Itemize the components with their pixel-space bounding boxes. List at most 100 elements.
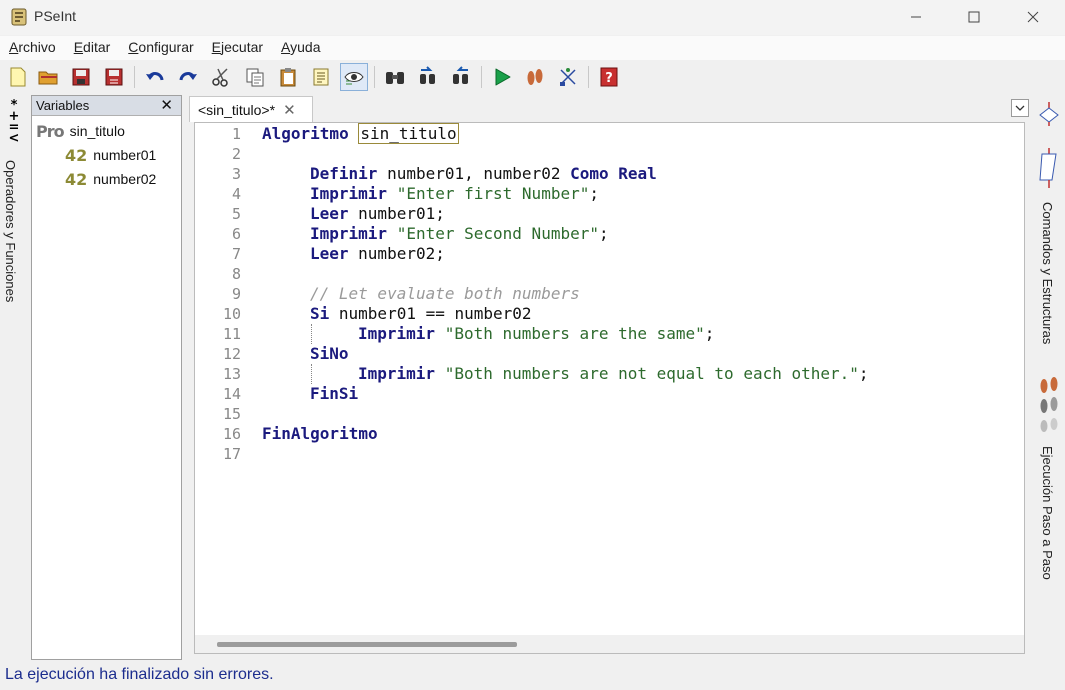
open-folder-icon (38, 71, 58, 85)
menu-ayuda[interactable]: Ayuda (272, 36, 329, 60)
cut-button[interactable] (207, 63, 235, 91)
code-line: Imprimir "Enter Second Number"; (310, 224, 609, 243)
help-icon: ? (600, 67, 618, 87)
save-button[interactable] (67, 63, 95, 91)
line-number: 1 (231, 125, 241, 143)
edit-text-icon (313, 68, 329, 86)
line-number: 2 (231, 145, 241, 163)
help-button[interactable]: ? (595, 63, 623, 91)
line-number: 11 (222, 325, 241, 343)
title-bar: PSeInt (0, 0, 1065, 35)
menu-archivo[interactable]: Archivo (0, 36, 65, 60)
code-line: Imprimir "Both numbers are not equal to … (358, 364, 869, 383)
code-line: // Let evaluate both numbers (310, 284, 580, 303)
menu-ejecutar[interactable]: Ejecutar (203, 36, 272, 60)
tab-label: <sin_titulo>* (198, 101, 276, 118)
algorithm-tree-item[interactable]: Pro sin_titulo (36, 120, 125, 142)
variables-panel-close-button[interactable]: ✕ (160, 96, 173, 114)
code-line: Imprimir "Enter first Number"; (310, 184, 599, 203)
line-number: 10 (222, 305, 241, 323)
editor-tab-bar: <sin_titulo>* ✕ (189, 96, 1033, 122)
find-binoculars-icon (386, 72, 404, 84)
new-file-button[interactable] (4, 63, 32, 91)
variables-panel-header: Variables ✕ (32, 96, 181, 116)
horizontal-scrollbar[interactable] (195, 635, 1024, 653)
undo-icon (146, 72, 164, 81)
operators-functions-tab[interactable]: * + = < Operadores y Funciones (0, 96, 28, 336)
line-number: 17 (222, 445, 241, 463)
open-button[interactable] (34, 63, 62, 91)
step-by-step-icon (527, 69, 543, 85)
edit-text-button[interactable] (307, 63, 335, 91)
line-number: 15 (222, 405, 241, 423)
variable-name: number02 (93, 171, 157, 187)
tab-sin-titulo[interactable]: <sin_titulo>* ✕ (189, 96, 313, 122)
right-side-tabs: Comandos y Estructuras Ejecución Paso a … (1033, 96, 1065, 616)
close-window-button[interactable] (1010, 0, 1056, 33)
find-previous-button[interactable] (414, 63, 442, 91)
code-editor[interactable]: 1 2 3 4 5 6 7 8 9 10 11 12 13 14 15 16 1… (194, 122, 1025, 654)
redo-button[interactable] (174, 63, 202, 91)
output-block-icon (1039, 148, 1057, 188)
operators-symbols-icon: * + = < (8, 98, 20, 146)
toolbar-separator (134, 66, 135, 88)
toolbar-separator (481, 66, 482, 88)
maximize-icon (968, 11, 980, 22)
minimize-button[interactable] (893, 0, 939, 33)
scrollbar-thumb[interactable] (217, 642, 517, 647)
code-line: FinAlgoritmo (262, 424, 378, 443)
real-type-badge-icon: 42 (65, 169, 88, 189)
highlighted-identifier: sin_titulo (358, 123, 459, 144)
copy-button[interactable] (241, 63, 269, 91)
code-line: Definir number01, number02 Como Real (310, 164, 657, 183)
commands-structures-tab[interactable] (1038, 100, 1060, 200)
maximize-button[interactable] (951, 0, 997, 33)
find-button[interactable] (381, 63, 409, 91)
undo-button[interactable] (141, 63, 169, 91)
chevron-down-icon (1015, 105, 1025, 111)
footsteps-icon (1040, 377, 1058, 432)
paste-icon (280, 68, 296, 87)
redo-icon (179, 72, 197, 81)
run-button[interactable] (488, 63, 516, 91)
step-by-step-button[interactable] (521, 63, 549, 91)
status-bar: La ejecución ha finalizado sin errores. (0, 661, 1065, 690)
indent-guide (311, 324, 312, 344)
find-previous-icon (420, 66, 435, 84)
line-number: 5 (231, 205, 241, 223)
save-as-icon (105, 68, 123, 86)
commands-structures-label: Comandos y Estructuras (1040, 202, 1055, 345)
line-number: 6 (231, 225, 241, 243)
save-as-button[interactable] (100, 63, 128, 91)
line-number: 12 (222, 345, 241, 363)
minimize-icon (911, 16, 921, 17)
real-type-badge-icon: 42 (65, 145, 88, 165)
variables-panel-title: Variables (36, 98, 90, 113)
new-file-icon (10, 67, 26, 87)
tabs-dropdown-button[interactable] (1011, 99, 1029, 117)
menu-configurar[interactable]: Configurar (119, 36, 202, 60)
step-by-step-tab[interactable] (1036, 376, 1062, 436)
algorithm-name: sin_titulo (69, 123, 125, 139)
menu-editar[interactable]: Editar (65, 36, 120, 60)
tab-close-button[interactable]: ✕ (283, 101, 296, 119)
step-by-step-label: Ejecución Paso a Paso (1040, 446, 1055, 580)
line-number: 4 (231, 185, 241, 203)
assignment-block-icon (1039, 102, 1059, 126)
flowchart-button[interactable] (554, 63, 582, 91)
code-line: Leer number02; (310, 244, 445, 263)
code-line: SiNo (310, 344, 349, 363)
variable-tree-item[interactable]: 42 number02 (65, 168, 156, 190)
code-line: Si number01 == number02 (310, 304, 532, 323)
line-number: 3 (231, 165, 241, 183)
code-line: Imprimir "Both numbers are the same"; (358, 324, 715, 343)
line-number: 13 (222, 365, 241, 383)
code-line: Algoritmo sin_titulo (262, 123, 459, 144)
variable-tree-item[interactable]: 42 number01 (65, 144, 156, 166)
svg-text:?: ? (605, 71, 613, 86)
find-next-icon (453, 66, 468, 84)
inspect-button[interactable] (340, 63, 368, 91)
paste-button[interactable] (274, 63, 302, 91)
variables-panel: Variables ✕ Pro sin_titulo 42 number01 4… (31, 95, 182, 660)
find-next-button[interactable] (447, 63, 475, 91)
